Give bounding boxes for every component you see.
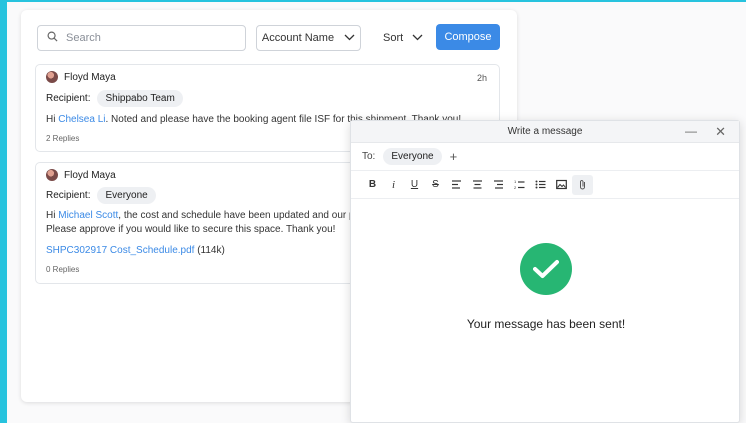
avatar (46, 71, 58, 83)
compose-title: Write a message (507, 126, 583, 137)
account-name-dropdown[interactable]: Account Name (256, 25, 361, 51)
sender-name: Floyd Maya (64, 71, 116, 83)
attachment-icon[interactable] (572, 174, 593, 195)
recipient-label: Recipient: (46, 190, 91, 201)
replies-count[interactable]: 2 Replies (46, 134, 79, 143)
format-toolbar: B i U S 12 (351, 171, 739, 199)
underline-icon[interactable]: U (404, 175, 425, 195)
attachment-size: (114k) (197, 245, 225, 256)
numbered-list-icon[interactable]: 12 (509, 175, 530, 195)
sender-name: Floyd Maya (64, 169, 116, 181)
strikethrough-icon[interactable]: S (425, 175, 446, 195)
compose-button[interactable]: Compose (436, 24, 500, 50)
to-recipient-chip[interactable]: Everyone (383, 148, 442, 165)
minimize-icon[interactable]: — (685, 124, 697, 138)
message-time: 2h (476, 73, 487, 83)
recipient-label: Recipient: (46, 93, 91, 104)
attachment: SHPC302917 Cost_Schedule.pdf (114k) (46, 243, 225, 258)
chevron-down-icon (412, 32, 423, 44)
message-body-line2: Please approve if you would like to secu… (46, 224, 336, 235)
avatar (46, 169, 58, 181)
mention-link[interactable]: Chelsea Li (58, 112, 105, 127)
add-recipient-icon[interactable]: + (450, 149, 458, 164)
bulleted-list-icon[interactable] (530, 175, 551, 195)
svg-text:1: 1 (514, 179, 517, 184)
checkmark-icon (520, 243, 572, 295)
to-field[interactable]: To: Everyone + (351, 143, 739, 171)
to-label: To: (362, 151, 376, 162)
recipient-chip: Shippabo Team (97, 90, 183, 107)
sent-confirmation: Your message has been sent! (351, 243, 741, 331)
mention-link[interactable]: Michael Scott (58, 208, 118, 223)
search-box[interactable] (37, 25, 246, 51)
chevron-down-icon (344, 32, 355, 44)
italic-icon[interactable]: i (383, 175, 404, 195)
sent-message: Your message has been sent! (466, 317, 626, 331)
search-icon (47, 29, 58, 47)
close-icon[interactable]: ✕ (715, 124, 726, 140)
replies-count[interactable]: 0 Replies (46, 265, 79, 274)
svg-text:2: 2 (514, 185, 517, 190)
align-right-icon[interactable] (488, 175, 509, 195)
attachment-link[interactable]: SHPC302917 Cost_Schedule.pdf (46, 243, 194, 258)
image-icon[interactable] (551, 175, 572, 195)
sort-label: Sort (383, 32, 404, 44)
align-left-icon[interactable] (446, 175, 467, 195)
compose-header: Write a message — ✕ (351, 121, 739, 143)
account-name-label: Account Name (261, 32, 335, 44)
recipient-chip: Everyone (97, 187, 156, 204)
compose-window: Write a message — ✕ To: Everyone + B i U… (350, 120, 740, 423)
search-input[interactable] (66, 32, 226, 44)
sort-dropdown[interactable]: Sort (383, 25, 423, 51)
message-body: Hi Michael Scott, the cost and schedule … (46, 208, 358, 223)
bold-icon[interactable]: B (362, 175, 383, 195)
align-center-icon[interactable] (467, 175, 488, 195)
